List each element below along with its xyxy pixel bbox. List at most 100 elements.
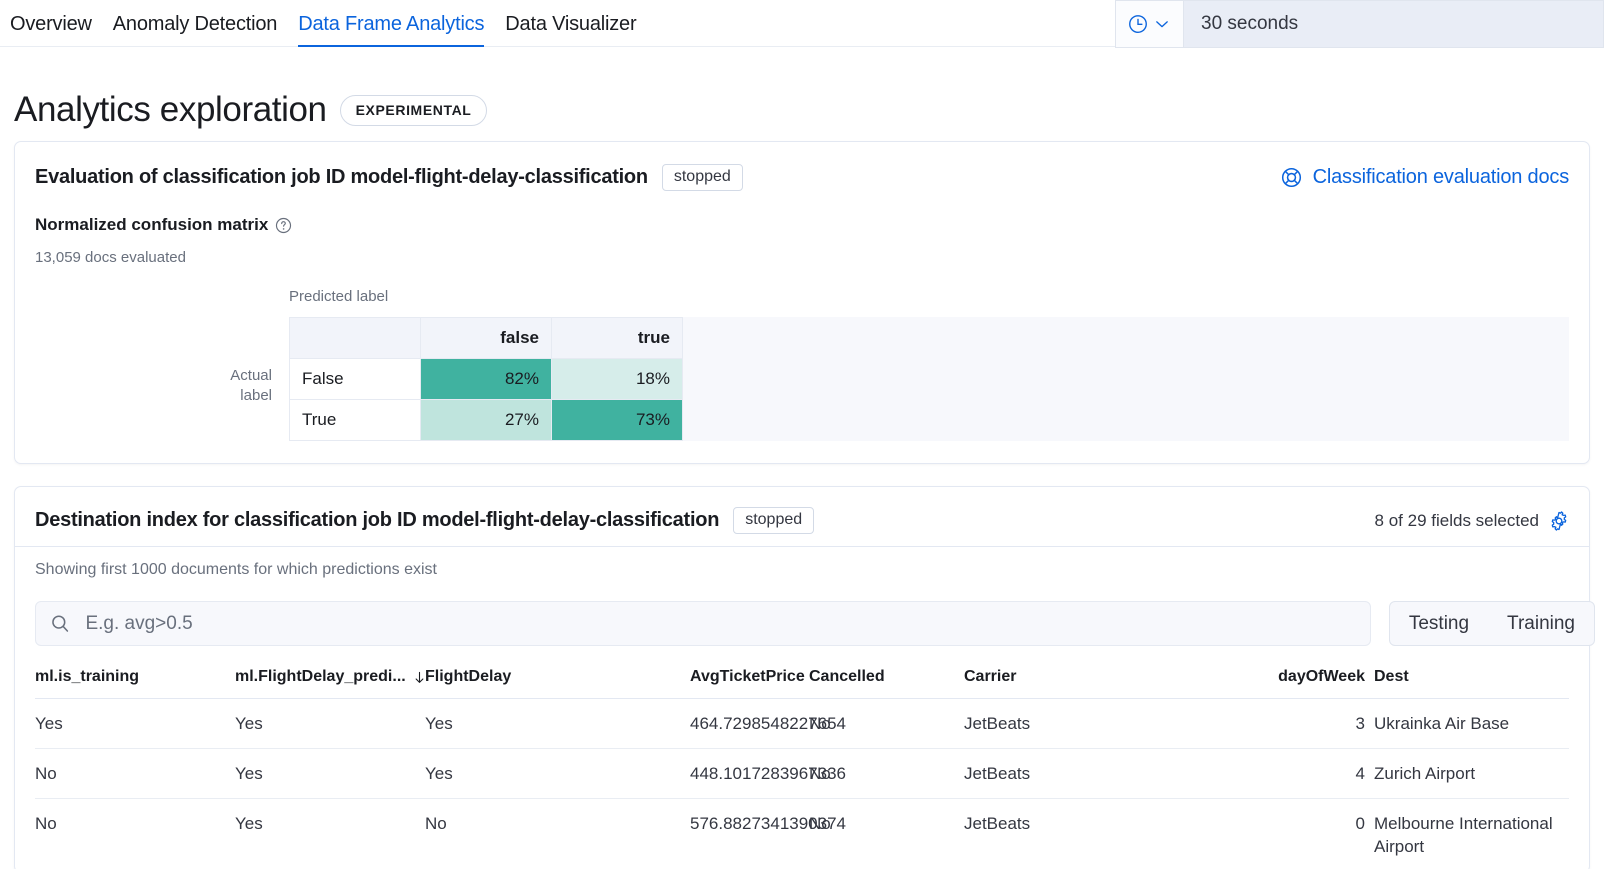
matrix-cell-false-false[interactable]: 82%: [420, 358, 552, 400]
cell-ml-flightdelay-prediction: Yes: [235, 748, 425, 799]
search-box[interactable]: [35, 601, 1371, 646]
column-header-label: FlightDelay: [425, 668, 512, 685]
classification-evaluation-docs-link[interactable]: Classification evaluation docs: [1281, 166, 1569, 189]
fields-selected-label: 8 of 29 fields selected: [1374, 510, 1539, 530]
confusion-matrix-title: Normalized confusion matrix: [35, 215, 269, 234]
cell-avgticketprice: 448.1017283967336: [690, 748, 846, 799]
status-badge-evaluation: stopped: [661, 164, 743, 191]
search-icon: [52, 615, 69, 632]
nav-tab-anomaly-detection[interactable]: Anomaly Detection: [113, 1, 278, 47]
cell-flightdelay: Yes: [425, 698, 690, 749]
cell-flightdelay: No: [425, 798, 690, 869]
time-picker: 30 seconds: [1115, 0, 1604, 48]
matrix-cell-false-true[interactable]: 18%: [551, 358, 683, 400]
status-badge-destination: stopped: [733, 507, 815, 534]
destination-title: Destination index for classification job…: [35, 509, 720, 531]
cell-dayofweek: 4: [1254, 748, 1374, 799]
search-input[interactable]: [83, 611, 1356, 636]
cell-dest: Ukrainka Air Base: [1374, 698, 1569, 749]
destination-panel-header: Destination index for classification job…: [35, 507, 1569, 546]
cell-cancelled: No: [809, 798, 964, 869]
matrix-col-header-true: true: [551, 317, 683, 359]
clock-icon: [1129, 15, 1147, 33]
cell-ml-flightdelay-prediction: Yes: [235, 798, 425, 869]
column-header-dayofweek[interactable]: dayOfWeek: [1254, 664, 1374, 699]
matrix-row-header-false: False: [289, 358, 421, 400]
matrix-y-axis-label: Actual label: [35, 288, 289, 441]
nav-tab-data-visualizer[interactable]: Data Visualizer: [505, 1, 636, 47]
matrix-row-true: True 27% 73%: [289, 399, 683, 441]
matrix-cell-true-true[interactable]: 73%: [551, 399, 683, 441]
testing-filter-button[interactable]: Testing: [1390, 602, 1488, 645]
page-title: Analytics exploration: [14, 90, 327, 129]
matrix-x-axis-label: Predicted label: [289, 288, 389, 305]
cell-carrier: JetBeats: [964, 748, 1254, 799]
page-body: Analytics exploration EXPERIMENTAL Evalu…: [0, 47, 1604, 869]
cell-dest: Melbourne International Airport: [1374, 798, 1569, 869]
matrix-corner-cell: [289, 317, 421, 359]
page-header: Analytics exploration EXPERIMENTAL: [14, 47, 1590, 141]
docs-link-label: Classification evaluation docs: [1312, 166, 1570, 188]
column-header-label: Carrier: [964, 668, 1017, 685]
matrix-row-header-true: True: [289, 399, 421, 441]
column-header-flightdelay[interactable]: FlightDelay: [425, 664, 690, 699]
column-header-ml-flightdelay-prediction[interactable]: ml.FlightDelay_predi...: [235, 664, 425, 699]
column-header-avgticketprice[interactable]: AvgTicketPrice: [690, 664, 809, 699]
destination-index-table: ml.is_training ml.FlightDelay_predi... F…: [35, 664, 1569, 869]
evaluation-panel: Evaluation of classification job ID mode…: [14, 141, 1590, 464]
help-buoy-icon: [1281, 167, 1301, 188]
table-head: ml.is_training ml.FlightDelay_predi... F…: [35, 664, 1569, 699]
column-header-carrier[interactable]: Carrier: [964, 664, 1254, 699]
column-header-cancelled[interactable]: Cancelled: [809, 664, 964, 699]
quick-select-time-button[interactable]: [1116, 1, 1184, 47]
gear-icon[interactable]: [1549, 510, 1569, 531]
table-row[interactable]: No Yes No 576.8827341390374 No JetBeats …: [35, 798, 1569, 869]
train-test-button-group: Testing Training: [1388, 601, 1595, 646]
nav-tab-list: Overview Anomaly Detection Data Frame An…: [0, 0, 637, 47]
column-header-label: Cancelled: [809, 668, 885, 685]
confusion-matrix: Actual label Predicted label false true …: [35, 288, 1569, 441]
nav-tab-overview[interactable]: Overview: [10, 1, 92, 47]
column-header-label: Dest: [1374, 668, 1409, 685]
table-row[interactable]: No Yes Yes 448.1017283967336 No JetBeats…: [35, 748, 1569, 799]
refresh-interval-display[interactable]: 30 seconds: [1184, 1, 1603, 47]
column-header-label: dayOfWeek: [1278, 668, 1365, 685]
experimental-badge: EXPERIMENTAL: [339, 94, 488, 126]
chevron-down-icon: [1156, 21, 1168, 28]
fields-selected-control[interactable]: 8 of 29 fields selected: [1375, 511, 1569, 531]
cell-carrier: JetBeats: [964, 798, 1254, 869]
docs-evaluated-count: 13,059 docs evaluated: [35, 249, 186, 266]
table-header-row: ml.is_training ml.FlightDelay_predi... F…: [35, 664, 1569, 699]
cell-avgticketprice: 576.8827341390374: [690, 798, 846, 869]
destination-subtitle: Showing first 1000 documents for which p…: [35, 561, 437, 578]
sort-down-icon: [415, 671, 424, 683]
matrix-y-axis-label-text: Actual label: [230, 366, 272, 404]
question-in-circle-icon[interactable]: [275, 217, 292, 234]
destination-index-panel: Destination index for classification job…: [14, 486, 1595, 869]
confusion-matrix-subheader: Normalized confusion matrix: [35, 215, 1569, 235]
cell-flightdelay: Yes: [425, 748, 690, 799]
training-filter-button[interactable]: Training: [1488, 602, 1594, 645]
matrix-cell-true-false[interactable]: 27%: [420, 399, 552, 441]
column-header-label: ml.is_training: [35, 668, 140, 685]
destination-controls: Testing Training: [35, 601, 1595, 646]
top-navigation-bar: Overview Anomaly Detection Data Frame An…: [0, 0, 1604, 48]
evaluation-title: Evaluation of classification job ID mode…: [35, 166, 648, 188]
column-header-dest[interactable]: Dest: [1374, 664, 1569, 699]
column-header-ml-is-training[interactable]: ml.is_training: [35, 664, 235, 699]
cell-ml-flightdelay-prediction: Yes: [235, 698, 425, 749]
matrix-plot-filler: [683, 317, 1569, 441]
cell-dayofweek: 3: [1254, 698, 1374, 749]
evaluation-panel-header: Evaluation of classification job ID mode…: [35, 164, 1569, 191]
cell-dest: Zurich Airport: [1374, 748, 1569, 799]
column-header-label: AvgTicketPrice: [690, 668, 805, 685]
nav-tab-data-frame-analytics[interactable]: Data Frame Analytics: [298, 1, 484, 47]
table-row[interactable]: Yes Yes Yes 464.7298548227654 No JetBeat…: [35, 698, 1569, 749]
cell-avgticketprice: 464.7298548227654: [690, 698, 846, 749]
matrix-body: false true False 82% 18% True 27% 73%: [289, 317, 1569, 441]
matrix-col-header-false: false: [420, 317, 552, 359]
matrix-right-column: Predicted label false true False 82% 18%: [289, 288, 1569, 441]
table-body: Yes Yes Yes 464.7298548227654 No JetBeat…: [35, 698, 1569, 869]
matrix-table: false true False 82% 18% True 27% 73%: [289, 317, 683, 441]
cell-dayofweek: 0: [1254, 798, 1374, 869]
